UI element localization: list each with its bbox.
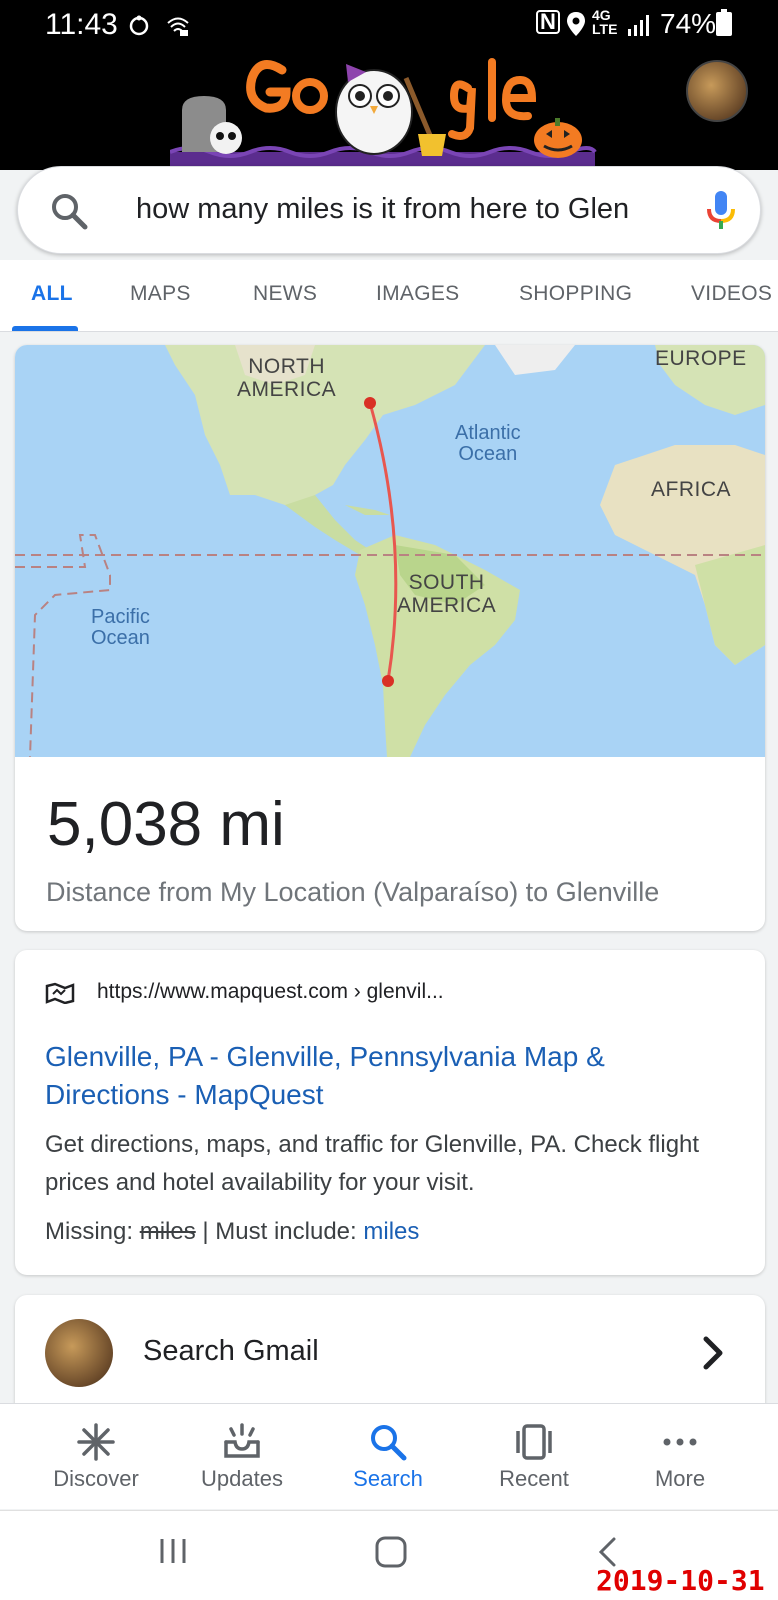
tab-news[interactable]: NEWS xyxy=(253,282,317,306)
google-halloween-doodle[interactable] xyxy=(169,48,610,166)
missing-label: Missing: xyxy=(45,1218,134,1245)
must-include-label: Must include: xyxy=(215,1218,357,1245)
search-bar[interactable]: how many miles is it from here to Glen xyxy=(17,166,761,254)
tab-all[interactable]: ALL xyxy=(31,282,73,306)
inbox-updates-icon xyxy=(222,1422,262,1462)
search-result-card: https://www.mapquest.com › glenvil... Gl… xyxy=(15,950,765,1275)
nfc-icon: N xyxy=(536,10,560,34)
distance-caption: Distance from My Location (Valparaíso) t… xyxy=(46,877,660,907)
route-map[interactable]: NORTH AMERICA EUROPE Atlantic Ocean AFRICA… xyxy=(15,345,765,757)
search-icon[interactable] xyxy=(50,192,88,235)
bottom-navigation: Discover Updates Search Recent More xyxy=(0,1403,778,1509)
battery-percent: 74% xyxy=(660,8,717,39)
tab-images[interactable]: IMAGES xyxy=(376,282,459,306)
nav-discover[interactable]: Discover xyxy=(26,1404,166,1510)
nav-updates[interactable]: Updates xyxy=(172,1404,312,1510)
distance-card: NORTH AMERICA EUROPE Atlantic Ocean AFRICA… xyxy=(15,345,765,931)
result-missing-terms: Missing: miles | Must include: miles xyxy=(45,1218,419,1246)
nav-search[interactable]: Search xyxy=(318,1404,458,1510)
search-input[interactable]: how many miles is it from here to Glen xyxy=(136,193,676,226)
chevron-right-icon[interactable] xyxy=(700,1335,726,1376)
map-label-pacific: Pacific Ocean xyxy=(91,606,150,649)
location-icon xyxy=(567,11,585,43)
tab-maps[interactable]: MAPS xyxy=(130,282,191,306)
map-label-europe: EUROPE xyxy=(655,347,747,370)
distance-value: 5,038 mi xyxy=(47,790,285,859)
map-label-africa: AFRICA xyxy=(651,478,732,501)
status-bar: 11:43 N 4G LTE 74% xyxy=(0,0,778,50)
network-type: 4G LTE xyxy=(592,7,618,37)
date-stamp: 2019-10-31 xyxy=(596,1564,765,1597)
search-tabs: ALL MAPS NEWS IMAGES SHOPPING VIDEOS xyxy=(0,260,778,332)
nav-more[interactable]: More xyxy=(610,1404,750,1510)
battery-icon xyxy=(716,9,732,36)
map-label-north-america: NORTH AMERICA xyxy=(237,355,337,401)
tab-shopping[interactable]: SHOPPING xyxy=(519,282,632,306)
result-snippet: Get directions, maps, and traffic for Gl… xyxy=(45,1131,700,1196)
signal-icon xyxy=(626,12,652,44)
nav-label: Recent xyxy=(499,1466,569,1491)
tab-videos[interactable]: VIDEOS xyxy=(691,282,772,306)
result-url[interactable]: https://www.mapquest.com › glenvil... xyxy=(97,980,444,1004)
nav-label: More xyxy=(654,1466,706,1491)
nav-label: Discover xyxy=(53,1466,139,1491)
account-avatar[interactable] xyxy=(686,60,748,122)
avatar xyxy=(45,1319,113,1387)
asterisk-icon xyxy=(76,1422,116,1462)
more-dots-icon xyxy=(660,1422,700,1462)
nav-recent[interactable]: Recent xyxy=(464,1404,604,1510)
recent-apps-icon[interactable] xyxy=(158,1536,188,1571)
missing-term: miles xyxy=(139,1218,196,1245)
header-doodle-area: 11:43 N 4G LTE 74% xyxy=(0,0,778,170)
map-label-south-america: SOUTH AMERICA xyxy=(397,571,497,617)
wifi-calling-icon xyxy=(166,12,190,44)
microphone-icon[interactable] xyxy=(706,189,736,236)
home-icon[interactable] xyxy=(375,1536,407,1573)
status-time: 11:43 xyxy=(45,8,118,41)
active-tab-indicator xyxy=(12,326,78,331)
nav-label: Updates xyxy=(201,1466,283,1491)
sync-icon xyxy=(128,12,150,44)
result-title-link[interactable]: Glenville, PA - Glenville, Pennsylvania … xyxy=(45,1038,735,1114)
missing-separator: | xyxy=(202,1218,209,1245)
search-gmail-card[interactable]: Search Gmail xyxy=(15,1295,765,1410)
search-gmail-label[interactable]: Search Gmail xyxy=(143,1335,319,1368)
must-include-link[interactable]: miles xyxy=(363,1218,419,1245)
map-label-atlantic: Atlantic Ocean xyxy=(455,422,521,465)
recent-cards-icon xyxy=(514,1422,554,1462)
nav-label: Search xyxy=(353,1466,423,1491)
search-icon xyxy=(368,1422,408,1462)
mapquest-favicon-icon xyxy=(45,982,75,1009)
